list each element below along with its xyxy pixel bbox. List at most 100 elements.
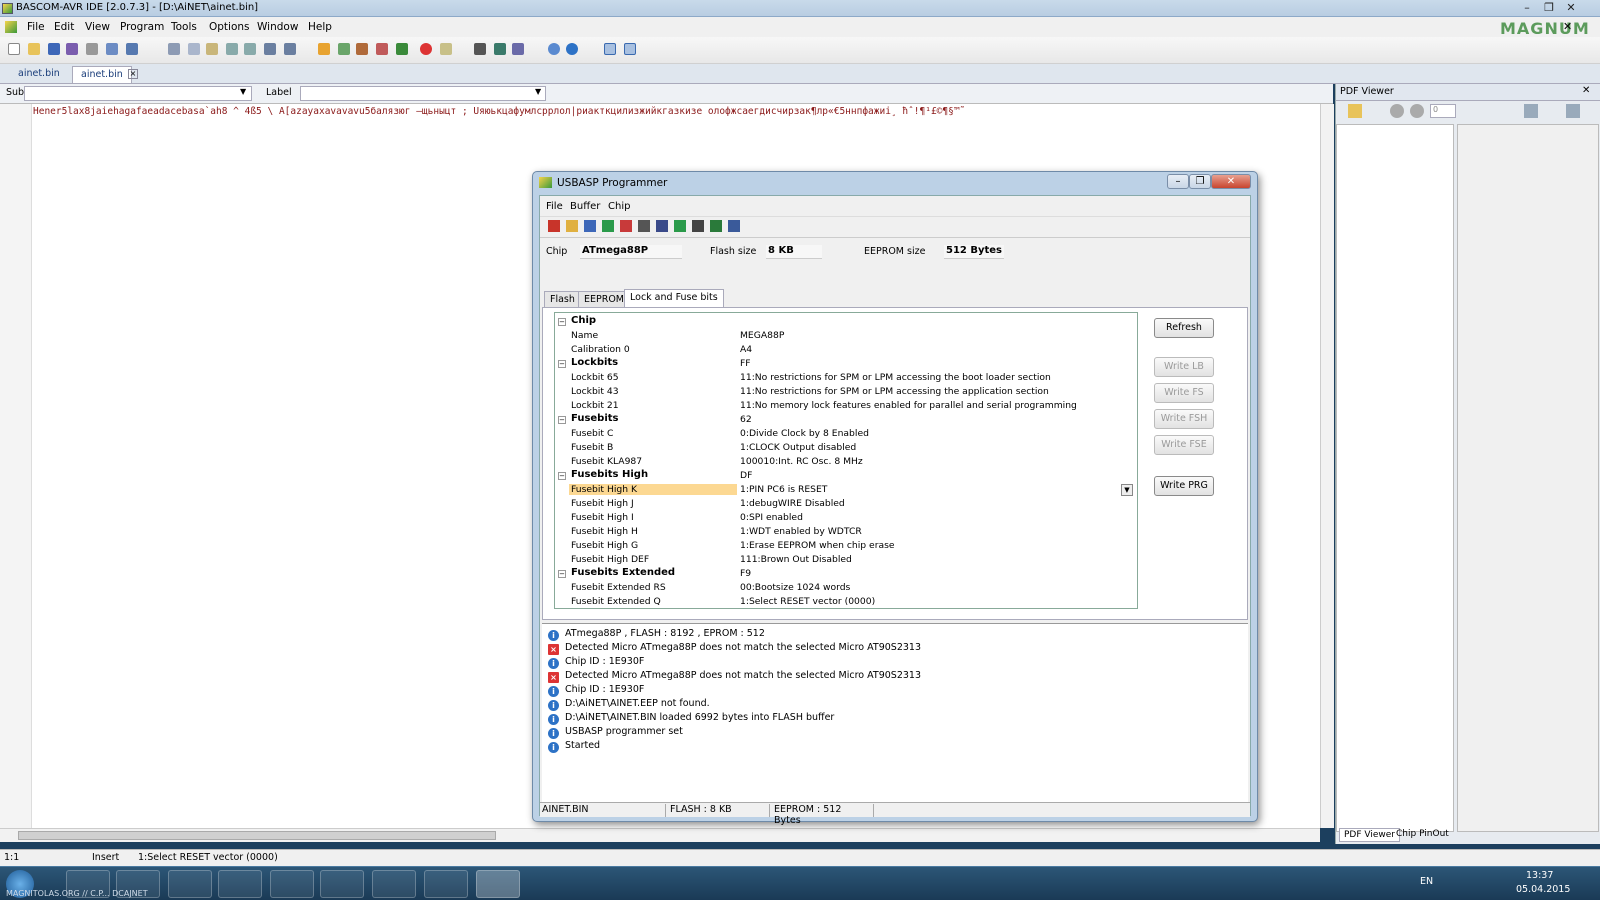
stop-icon[interactable] [420, 43, 432, 55]
new-file-icon[interactable] [8, 43, 20, 55]
write-fse-button[interactable]: Write FSE [1154, 435, 1214, 455]
help-task[interactable] [424, 870, 468, 898]
tab-pdf-viewer[interactable]: PDF Viewer [1339, 828, 1400, 842]
menu-edit[interactable]: Edit [54, 21, 74, 33]
fuse-value[interactable]: 11:No restrictions for SPM or LPM access… [740, 372, 1051, 383]
write-fs-button[interactable]: Write FS [1154, 383, 1214, 403]
doc-tab[interactable]: ainet.bin [10, 66, 68, 83]
fuse-value[interactable]: 1:WDT enabled by WDTCR [740, 526, 862, 537]
graphics-converter-icon[interactable] [512, 43, 524, 55]
zoom-icon[interactable] [1524, 104, 1538, 118]
menu-window[interactable]: Window [257, 21, 298, 33]
fuse-row[interactable]: Fusebit KLA987 100010:Int. RC Osc. 8 MHz [555, 455, 1137, 469]
dialog-minimize-button[interactable]: – [1167, 174, 1189, 189]
horizontal-scrollbar[interactable] [0, 828, 1320, 842]
fuse-value[interactable]: 1:Erase EEPROM when chip erase [740, 540, 895, 551]
page-input[interactable]: 0 [1430, 104, 1456, 118]
compile-icon[interactable] [318, 43, 330, 55]
skype-task[interactable] [270, 870, 314, 898]
tab-close-icon[interactable]: × [128, 69, 138, 79]
fuse-value[interactable]: DF [740, 470, 752, 481]
clock-time[interactable]: 13:37 [1526, 870, 1553, 881]
bascom-task[interactable] [476, 870, 520, 898]
group-header-row[interactable]: − Fusebits High DF [555, 469, 1137, 483]
fuse-value[interactable]: A4 [740, 344, 752, 355]
scroll-thumb[interactable] [18, 831, 496, 840]
fuse-row[interactable]: Fusebit High J 1:debugWIRE Disabled [555, 497, 1137, 511]
write-prg-button[interactable]: Write PRG [1154, 476, 1214, 496]
fuse-value[interactable]: 1:PIN PC6 is RESET [740, 484, 827, 495]
read-chip-icon[interactable] [638, 220, 650, 232]
program-icon[interactable] [602, 220, 614, 232]
menu-tools[interactable]: Tools [171, 21, 197, 33]
dialog-maximize-button[interactable]: ❐ [1189, 174, 1211, 189]
chip-icon[interactable] [356, 43, 368, 55]
write-fsh-button[interactable]: Write FSH [1154, 409, 1214, 429]
menu-view[interactable]: View [85, 21, 110, 33]
lib-manager-icon[interactable] [494, 43, 506, 55]
fuse-row[interactable]: Lockbit 21 11:No memory lock features ena… [555, 399, 1137, 413]
fuse-value[interactable]: 0:Divide Clock by 8 Enabled [740, 428, 869, 439]
tab-chip-pinout[interactable]: Chip PinOut [1392, 828, 1453, 840]
pinout-toggle-icon[interactable] [624, 43, 636, 55]
collapse-icon[interactable]: − [558, 416, 566, 424]
fuse-value[interactable]: 00:Bootsize 1024 words [740, 582, 850, 593]
fuse-row[interactable]: Name MEGA88P [555, 329, 1137, 343]
copy-icon[interactable] [188, 43, 200, 55]
fuse-row[interactable]: Fusebit High G 1:Erase EEPROM when chip e… [555, 539, 1137, 553]
dialog-menu-buffer[interactable]: Buffer [570, 201, 600, 212]
fuse-row[interactable]: Fusebit Extended RS 00:Bootsize 1024 word… [555, 581, 1137, 595]
print-icon[interactable] [86, 43, 98, 55]
tab-lock-fuse[interactable]: Lock and Fuse bits [624, 289, 724, 308]
group-header-row[interactable]: − Lockbits FF [555, 357, 1137, 371]
fuse-row[interactable]: Calibration 0 A4 [555, 343, 1137, 357]
help-icon[interactable] [566, 43, 578, 55]
group-header-row[interactable]: − Fusebits Extended F9 [555, 567, 1137, 581]
fuse-value[interactable]: 11:No memory lock features enabled for p… [740, 400, 1077, 411]
fuse-value[interactable]: F9 [740, 568, 751, 579]
collapse-icon[interactable]: − [558, 360, 566, 368]
fuse-value[interactable]: 11:No restrictions for SPM or LPM access… [740, 386, 1049, 397]
tool-task[interactable] [218, 870, 262, 898]
cut-icon[interactable] [168, 43, 180, 55]
refresh-button[interactable]: Refresh [1154, 318, 1214, 338]
fuse-value[interactable]: 1:Select RESET vector (0000) [740, 596, 875, 607]
erase-icon[interactable] [548, 220, 560, 232]
pdf-thumbnails[interactable] [1336, 124, 1454, 832]
pdf-page-area[interactable] [1457, 124, 1599, 832]
group-header-row[interactable]: − Fusebits 62 [555, 413, 1137, 427]
minimize-button[interactable]: – [1519, 1, 1535, 15]
fuse-row[interactable]: Fusebit C 0:Divide Clock by 8 Enabled [555, 427, 1137, 441]
menu-file[interactable]: File [27, 21, 45, 33]
save-icon[interactable] [48, 43, 60, 55]
mdi-close-button[interactable]: ✕ [1563, 20, 1572, 33]
collapse-icon[interactable]: − [558, 318, 566, 326]
clock-date[interactable]: 05.04.2015 [1516, 884, 1570, 895]
autoprogram-icon[interactable] [710, 220, 722, 232]
sub-dropdown[interactable] [24, 86, 252, 101]
dialog-close-button[interactable]: ✕ [1211, 174, 1251, 189]
close-icon[interactable]: ✕ [1582, 85, 1590, 96]
verify-icon[interactable] [656, 220, 668, 232]
fuse-value[interactable]: FF [740, 358, 751, 369]
fuse-value[interactable]: 100010:Int. RC Osc. 8 MHz [740, 456, 863, 467]
fuse-value[interactable]: 0:SPI enabled [740, 512, 803, 523]
chip-read-icon[interactable] [692, 220, 704, 232]
fuse-row[interactable]: Fusebit High DEF 111:Brown Out Disabled [555, 553, 1137, 567]
fuse-value[interactable]: 62 [740, 414, 752, 425]
fuse-row[interactable]: Fusebit B 1:CLOCK Output disabled [555, 441, 1137, 455]
fuse-value[interactable]: 1:CLOCK Output disabled [740, 442, 856, 453]
find-icon[interactable] [264, 43, 276, 55]
pdf-toggle-icon[interactable] [604, 43, 616, 55]
collapse-icon[interactable]: − [558, 570, 566, 578]
print-preview-icon[interactable] [106, 43, 118, 55]
save-all-icon[interactable] [66, 43, 78, 55]
export-buffer-icon[interactable] [728, 220, 740, 232]
fuse-row[interactable]: Lockbit 43 11:No restrictions for SPM or … [555, 385, 1137, 399]
next-page-icon[interactable] [1410, 104, 1424, 118]
editor-text[interactable]: Hener5lax8jaiehagafaeadacebasa`ah8 ^ 4ß5… [33, 106, 1243, 117]
fuse-row[interactable]: Fusebit High I 0:SPI enabled [555, 511, 1137, 525]
collapse-icon[interactable]: − [558, 472, 566, 480]
lock-icon[interactable] [620, 220, 632, 232]
terminal-icon[interactable] [396, 43, 408, 55]
